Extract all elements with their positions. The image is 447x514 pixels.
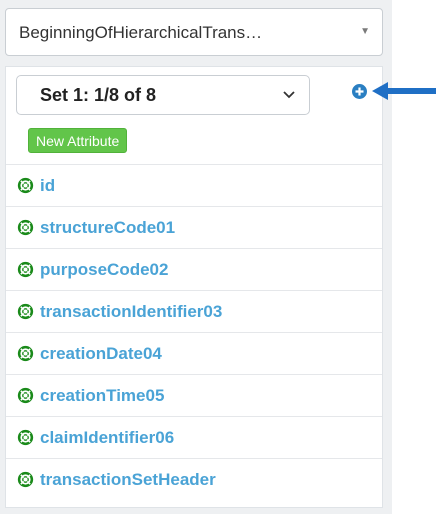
hierarchy-select[interactable]: BeginningOfHierarchicalTrans… ▼ [5, 8, 383, 56]
attribute-label[interactable]: id [40, 176, 55, 196]
chevron-down-icon [283, 91, 295, 99]
attribute-row[interactable]: id [6, 164, 382, 206]
arrow-left-icon [372, 82, 436, 100]
attribute-row[interactable]: transactionIdentifier03 [6, 290, 382, 332]
attribute-row[interactable]: structureCode01 [6, 206, 382, 248]
plus-glyph [355, 87, 364, 96]
caret-down-icon: ▼ [360, 26, 370, 37]
attribute-label[interactable]: creationTime05 [40, 386, 164, 406]
lifebuoy-icon [17, 471, 34, 488]
lifebuoy-icon [17, 261, 34, 278]
attribute-label[interactable]: purposeCode02 [40, 260, 168, 280]
attribute-label[interactable]: creationDate04 [40, 344, 162, 364]
attribute-label[interactable]: claimIdentifier06 [40, 428, 174, 448]
attribute-label[interactable]: transactionSetHeader [40, 470, 216, 490]
attribute-row[interactable]: claimIdentifier06 [6, 416, 382, 458]
attribute-row[interactable]: creationTime05 [6, 374, 382, 416]
attribute-list: id structureCode01 purposeCode02 transactio… [6, 164, 382, 500]
lifebuoy-icon [17, 429, 34, 446]
new-attribute-button[interactable]: New Attribute [28, 128, 128, 153]
attribute-label[interactable]: transactionIdentifier03 [40, 302, 222, 322]
lifebuoy-icon [17, 177, 34, 194]
attribute-row[interactable]: purposeCode02 [6, 248, 382, 290]
lifebuoy-icon [17, 303, 34, 320]
lifebuoy-icon [17, 387, 34, 404]
attribute-row[interactable]: creationDate04 [6, 332, 382, 374]
attribute-row[interactable]: transactionSetHeader [6, 458, 382, 500]
attribute-card: Set 1: 1/8 of 8 New Attribute id structur… [5, 66, 383, 508]
set-select[interactable]: Set 1: 1/8 of 8 [16, 75, 310, 115]
lifebuoy-icon [17, 345, 34, 362]
attribute-label[interactable]: structureCode01 [40, 218, 175, 238]
plus-circle-icon[interactable] [352, 84, 367, 99]
lifebuoy-icon [17, 219, 34, 236]
attribute-panel: BeginningOfHierarchicalTrans… ▼ Set 1: 1… [0, 0, 436, 514]
set-select-value: Set 1: 1/8 of 8 [40, 85, 157, 105]
hierarchy-select-value: BeginningOfHierarchicalTrans… [19, 23, 263, 42]
